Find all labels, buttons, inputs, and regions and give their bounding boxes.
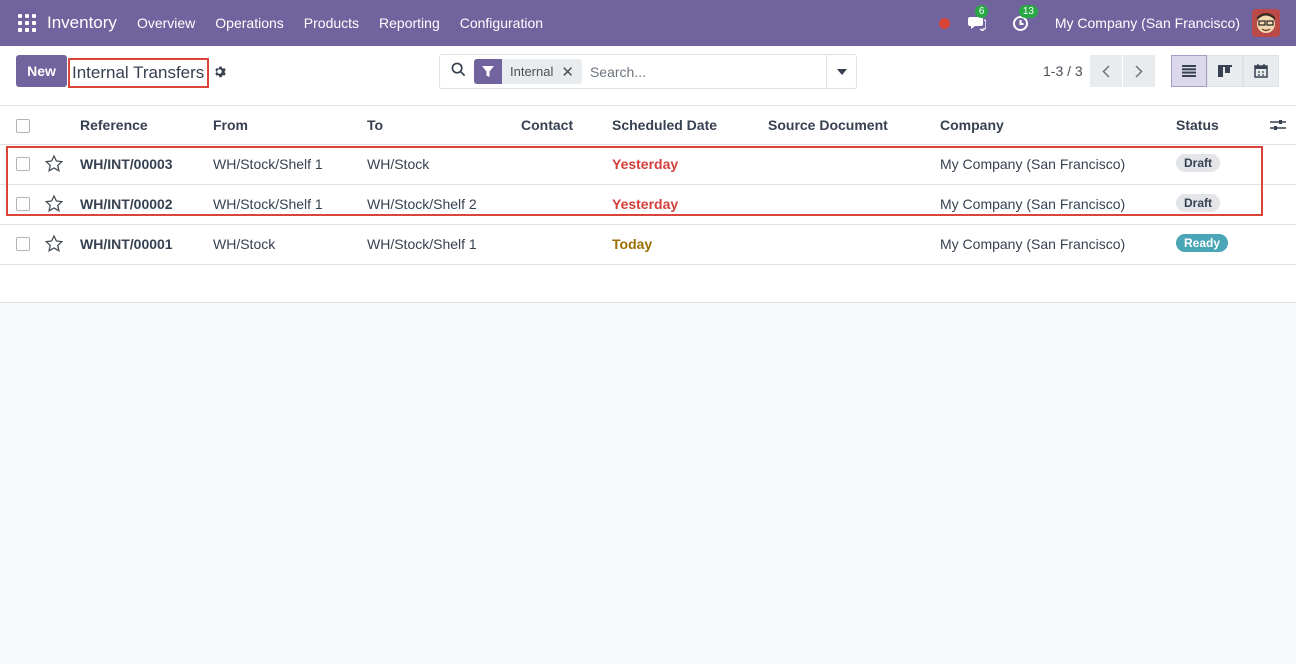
cell-to: WH/Stock/Shelf 1	[367, 236, 477, 252]
menu-reporting[interactable]: Reporting	[379, 15, 440, 31]
status-badge: Draft	[1176, 194, 1221, 212]
pager-value[interactable]: 1-3 / 3	[1043, 63, 1083, 79]
table-row[interactable]: WH/INT/00003 WH/Stock/Shelf 1 WH/Stock Y…	[0, 145, 1296, 185]
search-icon[interactable]	[451, 62, 466, 82]
row-checkbox[interactable]	[16, 157, 30, 171]
control-panel: New Internal Transfers Internal ✕ 1-3 / …	[0, 46, 1296, 106]
activities-badge: 13	[1018, 5, 1038, 18]
transfers-table: Reference From To Contact Scheduled Date…	[0, 106, 1296, 303]
cell-company: My Company (San Francisco)	[940, 236, 1126, 252]
app-name[interactable]: Inventory	[47, 13, 117, 33]
facet-close-icon[interactable]: ✕	[561, 63, 582, 81]
cell-company: My Company (San Francisco)	[940, 196, 1126, 212]
calendar-view-button[interactable]	[1243, 55, 1279, 87]
messages-badge: 6	[974, 5, 989, 18]
list-view-button[interactable]	[1171, 55, 1207, 87]
user-avatar[interactable]	[1252, 9, 1280, 37]
status-badge: Ready	[1176, 234, 1229, 252]
activities-icon[interactable]: 13	[1011, 5, 1038, 33]
search-options-toggle[interactable]	[826, 55, 856, 88]
cell-reference: WH/INT/00003	[80, 156, 173, 172]
chevron-left-icon	[1102, 64, 1110, 78]
search-input[interactable]	[589, 63, 810, 80]
header-to[interactable]: To	[367, 117, 383, 133]
menu-overview[interactable]: Overview	[137, 15, 195, 31]
cell-reference: WH/INT/00002	[80, 196, 173, 212]
header-scheduled-date[interactable]: Scheduled Date	[612, 117, 717, 133]
header-status[interactable]: Status	[1176, 117, 1219, 133]
pager-next-button[interactable]	[1123, 55, 1155, 87]
filter-facet: Internal ✕	[474, 59, 582, 84]
cell-to: WH/Stock/Shelf 2	[367, 196, 477, 212]
row-checkbox[interactable]	[16, 237, 30, 251]
cell-scheduled-date: Yesterday	[612, 196, 679, 212]
gear-icon[interactable]	[213, 65, 226, 83]
status-badge: Draft	[1176, 154, 1221, 172]
cell-scheduled-date: Yesterday	[612, 156, 679, 172]
messages-icon[interactable]: 6	[967, 5, 989, 33]
filter-icon	[474, 59, 502, 84]
table-row[interactable]: WH/INT/00001 WH/Stock WH/Stock/Shelf 1 T…	[0, 225, 1296, 265]
cell-scheduled-date: Today	[612, 236, 653, 252]
menu-operations[interactable]: Operations	[215, 15, 283, 31]
header-contact[interactable]: Contact	[521, 117, 573, 133]
optional-columns-icon[interactable]	[1270, 118, 1286, 135]
header-company[interactable]: Company	[940, 117, 1004, 133]
cell-to: WH/Stock	[367, 156, 430, 172]
star-icon[interactable]	[44, 194, 64, 215]
pager-previous-button[interactable]	[1090, 55, 1122, 87]
cell-from: WH/Stock/Shelf 1	[213, 156, 323, 172]
list-view-icon	[1182, 65, 1196, 77]
header-reference[interactable]: Reference	[80, 117, 148, 133]
header-source-document[interactable]: Source Document	[768, 117, 888, 133]
menu-products[interactable]: Products	[304, 15, 359, 31]
breadcrumb-title: Internal Transfers	[68, 58, 209, 88]
record-icon[interactable]	[938, 17, 950, 29]
cell-from: WH/Stock	[213, 236, 276, 252]
table-header: Reference From To Contact Scheduled Date…	[0, 106, 1296, 145]
cell-from: WH/Stock/Shelf 1	[213, 196, 323, 212]
search-bar: Internal ✕	[439, 54, 857, 89]
star-icon[interactable]	[44, 154, 64, 175]
top-navbar: Inventory Overview Operations Products R…	[0, 0, 1296, 46]
cell-company: My Company (San Francisco)	[940, 156, 1126, 172]
menu-configuration[interactable]: Configuration	[460, 15, 543, 31]
row-checkbox[interactable]	[16, 197, 30, 211]
company-switcher[interactable]: My Company (San Francisco)	[1055, 15, 1240, 31]
header-from[interactable]: From	[213, 117, 248, 133]
chevron-right-icon	[1135, 64, 1143, 78]
star-icon[interactable]	[44, 234, 64, 255]
kanban-view-icon	[1218, 64, 1232, 77]
calendar-view-icon	[1254, 64, 1268, 78]
facet-label: Internal	[510, 64, 554, 79]
select-all-checkbox[interactable]	[16, 119, 30, 133]
table-footer-row	[0, 265, 1296, 303]
table-row[interactable]: WH/INT/00002 WH/Stock/Shelf 1 WH/Stock/S…	[0, 185, 1296, 225]
cell-reference: WH/INT/00001	[80, 236, 173, 252]
new-button[interactable]: New	[16, 55, 67, 87]
app-menu-icon[interactable]	[18, 14, 36, 32]
kanban-view-button[interactable]	[1207, 55, 1243, 87]
